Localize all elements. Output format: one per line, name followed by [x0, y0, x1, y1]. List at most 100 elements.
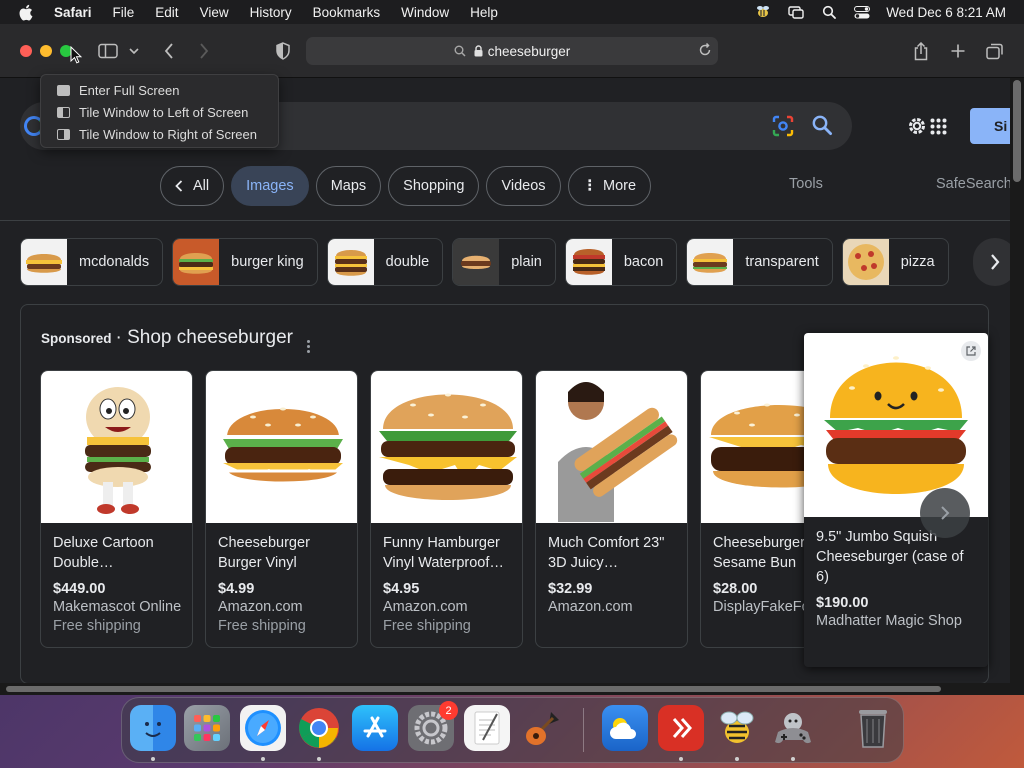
- related-chip[interactable]: burger king: [172, 238, 318, 286]
- menu-item-enter-full-screen[interactable]: Enter Full Screen: [41, 79, 278, 101]
- menu-item-label: Tile Window to Right of Screen: [79, 126, 257, 142]
- menu-edit[interactable]: Edit: [155, 5, 178, 20]
- tab-overview-icon[interactable]: [984, 41, 1006, 61]
- tab-all[interactable]: All: [160, 166, 225, 206]
- menu-view[interactable]: View: [200, 5, 229, 20]
- system-settings-icon[interactable]: 2: [408, 701, 458, 751]
- product-card[interactable]: Much Comfort 23" 3D Juicy… $32.99 Amazon…: [535, 370, 688, 648]
- tile-left-icon: [57, 106, 70, 118]
- share-icon[interactable]: [910, 41, 932, 61]
- horizontal-scrollbar[interactable]: [0, 683, 1010, 695]
- product-store: Amazon.com: [218, 599, 303, 615]
- related-chip[interactable]: plain: [452, 238, 556, 286]
- product-price: $4.99: [218, 581, 255, 597]
- finder-icon[interactable]: [130, 705, 176, 751]
- product-store: Madhatter Magic Shop: [816, 613, 962, 629]
- trash-icon[interactable]: [850, 705, 896, 751]
- google-lens-icon[interactable]: [772, 115, 794, 142]
- tab-group-chevron-down-icon[interactable]: [126, 41, 142, 61]
- weather-icon[interactable]: [602, 705, 648, 751]
- product-price: $28.00: [713, 581, 758, 597]
- bee-app-icon[interactable]: [714, 705, 760, 751]
- related-label: mcdonalds: [79, 254, 150, 270]
- safari-icon[interactable]: [240, 705, 286, 751]
- running-indicator: [791, 757, 795, 761]
- tab-shopping[interactable]: Shopping: [388, 166, 480, 206]
- google-apps-icon[interactable]: [930, 118, 947, 140]
- textedit-icon[interactable]: [464, 705, 510, 751]
- related-chip[interactable]: double: [326, 238, 444, 286]
- control-center-icon[interactable]: [854, 5, 871, 19]
- tab-videos[interactable]: Videos: [486, 166, 561, 206]
- close-window-button[interactable]: [20, 45, 32, 57]
- address-bar[interactable]: cheeseburger: [306, 37, 718, 65]
- pizza-thumbnail: [842, 239, 889, 285]
- menu-help[interactable]: Help: [470, 5, 498, 20]
- product-price: $190.00: [816, 595, 869, 611]
- remote-desktop-icon[interactable]: [658, 705, 704, 751]
- privacy-shield-icon[interactable]: [272, 41, 294, 61]
- tab-images[interactable]: Images: [231, 166, 309, 206]
- shopping-header: Sponsored · Shop cheeseburger: [41, 327, 310, 354]
- product-card[interactable]: Funny Hamburger Vinyl Waterproof… $4.95 …: [370, 370, 523, 648]
- spotlight-search-icon[interactable]: [821, 5, 837, 19]
- vertical-scrollbar[interactable]: [1010, 78, 1024, 695]
- menu-item-tile-right[interactable]: Tile Window to Right of Screen: [41, 123, 278, 145]
- mouse-cursor-icon: [70, 46, 82, 64]
- related-label: pizza: [900, 254, 935, 270]
- sidebar-toggle-icon[interactable]: [97, 41, 119, 61]
- reload-icon[interactable]: [698, 43, 712, 57]
- new-tab-icon[interactable]: [947, 41, 969, 61]
- menu-bar-clock[interactable]: Wed Dec 6 8:21 AM: [886, 5, 1006, 20]
- burger-thumbnail: [687, 239, 734, 285]
- related-chip[interactable]: transparent: [686, 238, 833, 286]
- related-chip[interactable]: pizza: [841, 238, 949, 286]
- menu-file[interactable]: File: [113, 5, 135, 20]
- product-card[interactable]: Cheeseburger Sesame Bun $28.00 DisplayFa…: [700, 370, 820, 648]
- related-next-button[interactable]: [973, 238, 1010, 286]
- app-store-icon[interactable]: [352, 705, 398, 751]
- product-title: Deluxe Cartoon Double…: [53, 535, 154, 571]
- scrollbar-thumb[interactable]: [6, 686, 941, 692]
- open-external-icon[interactable]: [961, 341, 981, 361]
- menu-history[interactable]: History: [250, 5, 292, 20]
- product-title: Much Comfort 23" 3D Juicy…: [548, 535, 665, 571]
- more-options-icon[interactable]: [306, 339, 310, 354]
- settings-gear-icon[interactable]: [906, 115, 928, 142]
- burger-thumbnail: [565, 239, 612, 285]
- product-title: Cheeseburger Sesame Bun: [713, 535, 805, 571]
- minimize-window-button[interactable]: [40, 45, 52, 57]
- tab-more-label: More: [603, 178, 637, 194]
- hamburger-decal-image: [371, 371, 522, 523]
- tab-maps[interactable]: Maps: [315, 166, 382, 206]
- screen-mirroring-icon[interactable]: [788, 5, 804, 19]
- scrollbar-thumb[interactable]: [1013, 80, 1021, 182]
- sign-in-button[interactable]: Si: [970, 108, 1010, 144]
- tools-button[interactable]: Tools: [789, 176, 823, 192]
- menu-item-tile-left[interactable]: Tile Window to Left of Screen: [41, 101, 278, 123]
- chrome-icon[interactable]: [296, 705, 342, 751]
- carousel-next-button[interactable]: [920, 488, 970, 538]
- burger-thumbnail: [327, 239, 374, 285]
- related-chip[interactable]: mcdonalds: [20, 238, 164, 286]
- burger-thumbnail: [21, 239, 67, 285]
- sesame-bun-burger-image: [701, 371, 819, 523]
- garageband-icon[interactable]: [520, 705, 566, 751]
- safesearch-button[interactable]: SafeSearch: [936, 176, 1010, 192]
- google-search-icon[interactable]: [811, 114, 833, 141]
- bee-status-icon[interactable]: [755, 5, 771, 19]
- tab-more[interactable]: ⋮ More: [567, 166, 652, 206]
- back-icon[interactable]: [158, 41, 180, 61]
- product-card[interactable]: Cheeseburger Burger Vinyl Stick… $4.99 A…: [205, 370, 358, 648]
- menu-bookmarks[interactable]: Bookmarks: [313, 5, 381, 20]
- related-chip[interactable]: bacon: [564, 238, 678, 286]
- menu-app-name[interactable]: Safari: [54, 5, 92, 20]
- forward-icon[interactable]: [193, 41, 215, 61]
- product-card[interactable]: Deluxe Cartoon Double… $449.00 Makemasco…: [40, 370, 193, 648]
- apple-menu-icon[interactable]: [18, 4, 40, 21]
- launchpad-icon[interactable]: [184, 705, 230, 751]
- product-shipping: Free shipping: [53, 618, 141, 634]
- game-controller-icon[interactable]: [770, 705, 816, 751]
- related-label: bacon: [623, 254, 664, 270]
- menu-window[interactable]: Window: [401, 5, 449, 20]
